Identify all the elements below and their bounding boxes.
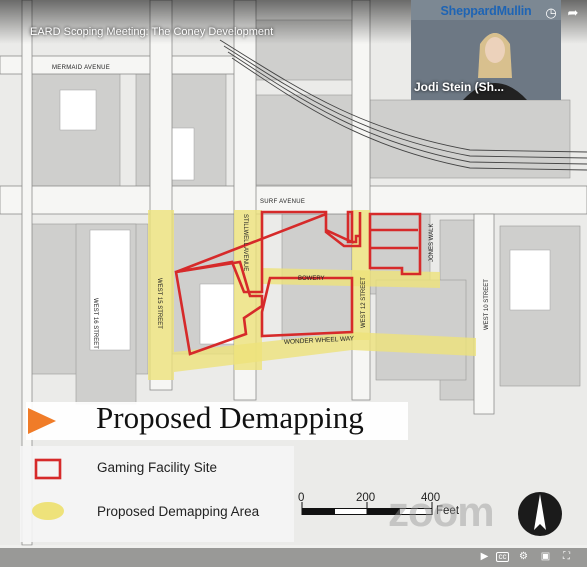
captions-icon[interactable]: cc (496, 552, 509, 562)
zoom-watermark: zoom (388, 488, 495, 535)
miniplayer-icon[interactable]: ▣ (539, 550, 552, 563)
play-icon[interactable]: ▶ (478, 550, 491, 563)
scale-label-zero: 0 (298, 492, 305, 504)
gear-icon[interactable]: ⚙ (517, 550, 530, 563)
scale-label-mid: 200 (356, 492, 376, 504)
legend-swatches (28, 408, 64, 520)
fullscreen-icon[interactable]: ⛶ (560, 550, 573, 563)
video-player[interactable]: MERMAID AVENUE SURF AVENUE BOWERY WONDER… (0, 0, 587, 567)
